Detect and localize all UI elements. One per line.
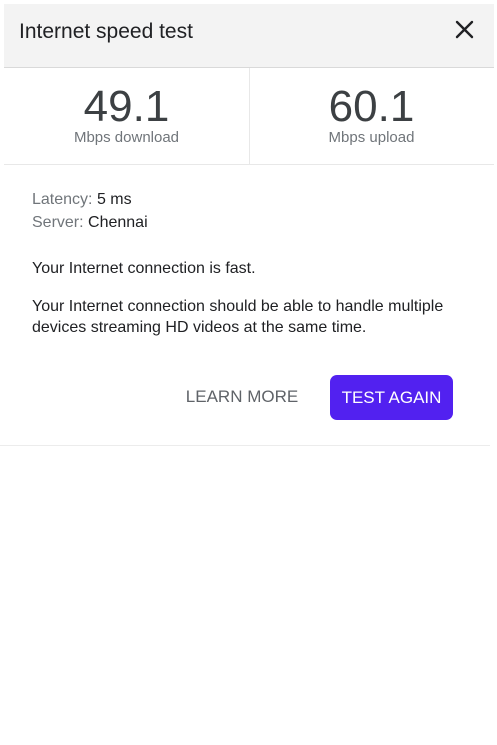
download-speed-label: Mbps download [73,129,180,146]
page-title: Internet speed test [19,20,193,43]
speed-results: 49.1 Mbps download 60.1 Mbps upload [4,68,494,165]
upload-speed-label: Mbps upload [328,129,415,146]
close-icon [455,20,474,39]
download-result: 49.1 Mbps download [4,68,250,164]
card-header: Internet speed test [4,4,494,68]
server-label: Server: [32,214,84,231]
latency-value: 5 ms [96,191,132,208]
server-value: Chennai [88,214,148,231]
latency-row: Latency: 5 ms [32,188,462,211]
test-again-button[interactable]: TEST AGAIN [330,375,453,420]
upload-speed-value: 60.1 [328,82,415,131]
upload-result: 60.1 Mbps upload [249,68,494,164]
learn-more-button[interactable]: LEARN MORE [176,376,308,418]
latency-label: Latency: [32,191,93,208]
bottom-divider [0,445,490,446]
server-row: Server: Chennai [32,211,462,234]
connection-status-message: Your Internet connection is fast. [32,260,256,277]
test-details: Latency: 5 ms Server: Chennai Your Inter… [32,188,462,336]
connection-capability-message: Your Internet connection should be able … [32,298,444,336]
download-speed-value: 49.1 [83,82,170,131]
close-button[interactable] [452,17,478,43]
